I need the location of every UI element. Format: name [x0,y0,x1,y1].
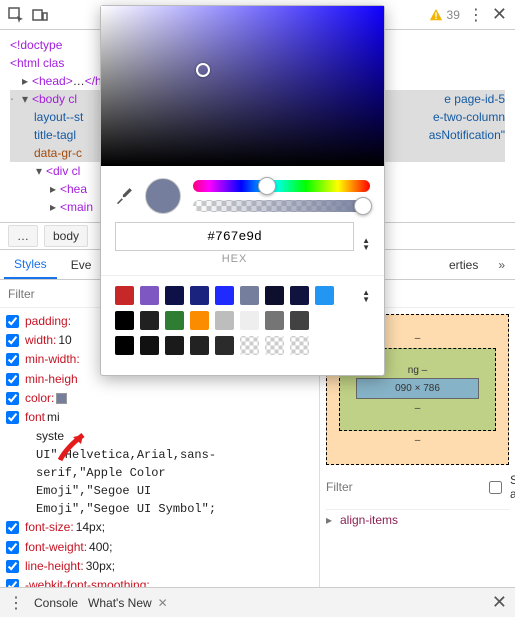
color-picker: HEX ▲▼ ▲▼ [100,5,385,376]
close-tab-icon[interactable]: ✕ [158,596,168,610]
palette-swatch-empty[interactable] [240,336,259,355]
show-all-checkbox[interactable] [489,481,502,494]
palette-swatch[interactable] [115,311,134,330]
tab-overflow-icon[interactable]: » [492,258,511,272]
computed-filter-input[interactable] [326,480,481,494]
prop-toggle[interactable] [6,411,19,424]
prop-toggle[interactable] [6,315,19,328]
current-color-swatch [145,178,181,214]
prop-toggle[interactable] [6,334,19,347]
prop-toggle[interactable] [6,541,19,554]
palette-stepper[interactable]: ▲▼ [362,289,370,303]
palette-swatch[interactable] [265,311,284,330]
palette-swatch[interactable] [215,336,234,355]
font-stack-value: UI",Helvetica,Arial,sans-serif,"Apple Co… [6,446,246,518]
breadcrumb-body[interactable]: body [44,225,88,247]
device-icon[interactable] [32,7,48,23]
palette-swatch[interactable] [190,286,209,305]
color-field[interactable] [101,6,384,166]
palette-swatch[interactable] [290,311,309,330]
prop-toggle[interactable] [6,392,19,405]
palette-swatch[interactable] [240,286,259,305]
warnings-badge[interactable]: 39 [429,8,460,22]
hue-slider[interactable] [193,180,370,192]
hex-input[interactable] [115,222,354,251]
computed-prop[interactable]: ▸align-items [326,509,509,527]
palette-swatch[interactable] [190,336,209,355]
prop-toggle[interactable] [6,373,19,386]
palette-swatch[interactable] [165,336,184,355]
palette-swatch[interactable] [190,311,209,330]
color-palette: ▲▼ [101,275,384,375]
hue-thumb[interactable] [258,177,276,195]
drawer-more-icon[interactable]: ⋮ [8,593,24,613]
color-cursor[interactable] [196,63,210,77]
close-devtools-icon[interactable]: ✕ [492,4,507,25]
tab-event-listeners[interactable]: Eve [61,252,102,278]
prop-toggle[interactable] [6,521,19,534]
drawer-tab-whatsnew[interactable]: What's New [88,596,152,610]
more-icon[interactable]: ⋮ [468,5,484,25]
tab-properties[interactable]: erties [439,252,488,278]
palette-swatch[interactable] [140,311,159,330]
palette-swatch[interactable] [215,311,234,330]
box-model-content[interactable]: 090 × 786 [356,378,479,399]
format-stepper[interactable]: ▲▼ [362,237,370,251]
palette-swatch[interactable] [140,286,159,305]
palette-swatch[interactable] [115,336,134,355]
show-all-label: Show all [510,473,515,501]
palette-swatch[interactable] [165,286,184,305]
inspect-icon[interactable] [8,7,24,23]
prop-toggle[interactable] [6,560,19,573]
prop-toggle[interactable] [6,353,19,366]
warnings-count: 39 [447,8,460,22]
drawer-tab-console[interactable]: Console [34,596,78,610]
tab-styles[interactable]: Styles [4,251,57,279]
palette-swatch[interactable] [315,286,334,305]
palette-swatch[interactable] [165,311,184,330]
palette-swatch-empty[interactable] [265,336,284,355]
palette-swatch[interactable] [265,286,284,305]
palette-swatch[interactable] [290,286,309,305]
palette-swatch-empty[interactable] [290,336,309,355]
drawer: ⋮ Console What's New ✕ ✕ [0,587,515,617]
alpha-slider[interactable] [193,200,370,212]
palette-swatch[interactable] [215,286,234,305]
color-swatch-icon[interactable] [56,393,67,404]
close-drawer-icon[interactable]: ✕ [492,592,507,613]
breadcrumb-ellipsis[interactable]: … [8,225,38,247]
palette-swatch[interactable] [140,336,159,355]
hex-label: HEX [115,253,354,265]
alpha-thumb[interactable] [354,197,372,215]
palette-swatch[interactable] [240,311,259,330]
eyedropper-icon[interactable] [115,187,133,205]
palette-swatch[interactable] [115,286,134,305]
